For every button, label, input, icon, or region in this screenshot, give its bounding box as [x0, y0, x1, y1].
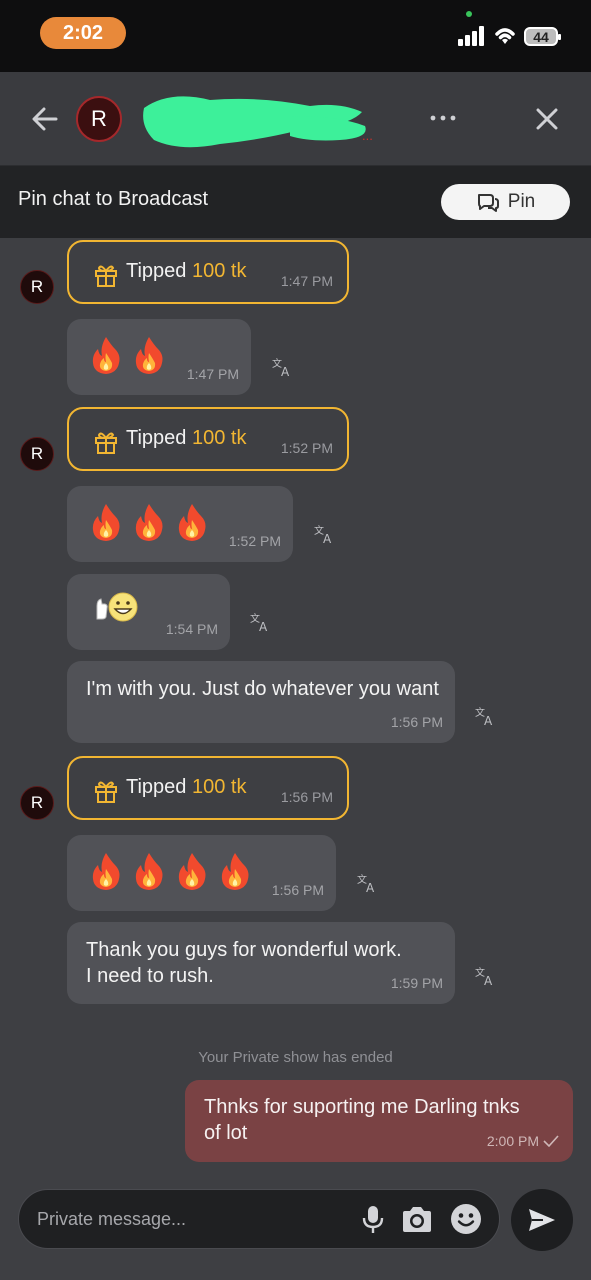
fire-emoji-row	[89, 335, 166, 380]
status-time: 2:02	[40, 17, 126, 49]
fire-emoji-icon	[218, 851, 252, 896]
contact-avatar[interactable]: R	[76, 96, 122, 142]
message-text: Thank you guys for wonderful work. I nee…	[86, 939, 402, 987]
message-text: Thnks for suporting me Darling tnks of l…	[204, 1096, 520, 1144]
translate-icon[interactable]: 文 A	[357, 873, 379, 893]
translate-icon[interactable]: 文 A	[314, 524, 336, 544]
tip-message: Tipped 100 tk 1:47 PM	[67, 240, 349, 304]
chat-header: R ...	[0, 72, 591, 166]
wifi-icon	[495, 28, 515, 44]
emoji-message[interactable]: 1:47 PM	[67, 319, 251, 395]
message-time: 1:56 PM	[390, 714, 443, 730]
tip-label: Tipped	[126, 776, 187, 798]
svg-text:A: A	[484, 714, 493, 726]
system-note: Your Private show has ended	[198, 1049, 393, 1066]
message-time: 1:56 PM	[271, 882, 324, 898]
tip-message: Tipped 100 tk 1:56 PM	[67, 756, 349, 820]
fire-emoji-icon	[132, 851, 166, 896]
sender-avatar[interactable]: R	[20, 270, 54, 304]
send-icon	[529, 1209, 555, 1231]
fire-emoji-icon	[175, 851, 209, 896]
redacted-contact-name: ...	[143, 96, 373, 148]
message-time: 1:54 PM	[165, 621, 218, 637]
message-time: 1:56 PM	[280, 789, 333, 805]
microphone-icon[interactable]	[361, 1204, 385, 1236]
emoji-message[interactable]: 1:54 PM	[67, 574, 230, 650]
camera-icon[interactable]	[400, 1205, 434, 1235]
svg-text:A: A	[259, 620, 268, 632]
svg-text:...: ...	[362, 128, 373, 143]
svg-text:A: A	[484, 974, 493, 986]
sender-avatar[interactable]: R	[20, 786, 54, 820]
chat-bubbles-icon	[477, 194, 499, 212]
tip-amount: 100 tk	[191, 427, 247, 449]
translate-icon[interactable]: 文 A	[272, 357, 294, 377]
fire-emoji-row	[89, 851, 252, 896]
gift-icon	[95, 432, 117, 454]
emoji-icon[interactable]	[450, 1203, 482, 1235]
pin-button-label: Pin	[507, 191, 536, 212]
back-arrow-icon[interactable]	[28, 102, 62, 136]
emoji-message[interactable]: 1:56 PM	[67, 835, 336, 911]
fire-emoji-icon	[89, 502, 123, 547]
fire-emoji-row	[89, 502, 209, 547]
translate-icon[interactable]: 文 A	[250, 612, 272, 632]
text-message[interactable]: Thank you guys for wonderful work. I nee…	[67, 922, 455, 1004]
svg-text:A: A	[323, 532, 332, 544]
message-composer[interactable]: Private message...	[18, 1189, 500, 1249]
fire-emoji-icon	[132, 502, 166, 547]
own-message[interactable]: Thnks for suporting me Darling tnks of l…	[185, 1080, 573, 1162]
message-time: 1:47 PM	[186, 366, 239, 382]
gift-icon	[95, 781, 117, 803]
message-text: I'm with you. Just do whatever you want	[86, 678, 439, 700]
translate-icon[interactable]: 文 A	[475, 706, 497, 726]
fire-emoji-icon	[175, 502, 209, 547]
send-button[interactable]	[511, 1189, 573, 1251]
privacy-indicator	[466, 11, 472, 17]
tip-amount: 100 tk	[191, 776, 247, 798]
pin-button[interactable]: Pin	[441, 184, 570, 220]
tip-label: Tipped	[126, 427, 187, 449]
text-message[interactable]: I'm with you. Just do whatever you want …	[67, 661, 455, 743]
fire-emoji-icon	[89, 851, 123, 896]
more-options-icon[interactable]	[426, 110, 460, 126]
message-input[interactable]: Private message...	[37, 1209, 186, 1230]
gift-icon	[95, 265, 117, 287]
signal-icon	[458, 26, 484, 46]
battery-level: 44	[533, 28, 549, 45]
thumbs-up-smiley-icon	[96, 592, 138, 622]
translate-icon[interactable]: 文 A	[475, 966, 497, 986]
fire-emoji-icon	[132, 335, 166, 380]
svg-text:A: A	[281, 365, 290, 377]
sender-avatar[interactable]: R	[20, 437, 54, 471]
emoji-message[interactable]: 1:52 PM	[67, 486, 293, 562]
sent-check-icon	[543, 1135, 559, 1147]
message-time: 1:52 PM	[228, 533, 281, 549]
pin-chat-text: Pin chat to Broadcast	[18, 188, 209, 210]
message-time: 2:00 PM	[486, 1133, 539, 1149]
status-bar: 2:02 44	[0, 0, 591, 72]
battery-icon: 44	[524, 27, 561, 46]
message-time: 1:52 PM	[280, 440, 333, 456]
tip-label: Tipped	[126, 260, 187, 282]
tip-amount: 100 tk	[191, 260, 247, 282]
message-time: 1:47 PM	[280, 273, 333, 289]
message-time-wrap: 2:00 PM	[487, 1133, 559, 1149]
fire-emoji-icon	[89, 335, 123, 380]
message-time: 1:59 PM	[390, 975, 443, 991]
close-icon[interactable]	[534, 106, 560, 132]
tip-message: Tipped 100 tk 1:52 PM	[67, 407, 349, 471]
svg-text:A: A	[366, 881, 375, 893]
